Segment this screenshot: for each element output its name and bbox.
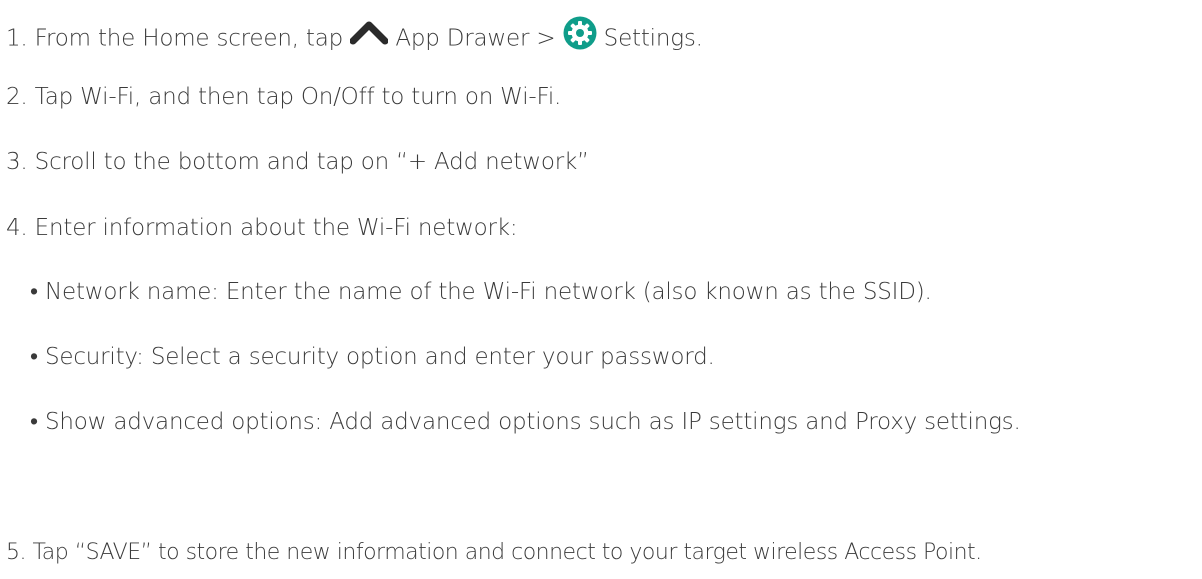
step-1: 1. From the Home screen, tap App Drawer …: [6, 16, 703, 60]
gear-icon: [563, 16, 597, 58]
step-number: 2.: [6, 84, 28, 110]
step-number: 5.: [6, 540, 27, 565]
step-number: 1.: [6, 25, 28, 52]
bullet-text: Network name: Enter the name of the Wi-F…: [44, 279, 932, 305]
app-drawer-label: App Drawer >: [395, 25, 556, 52]
bullet-text: Security: Select a security option and e…: [44, 344, 715, 370]
bullet-advanced-options: • Show advanced options: Add advanced op…: [30, 407, 1021, 437]
step-text: Tap Wi-Fi, and then tap On/Off to turn o…: [34, 84, 562, 110]
bullet-marker: •: [30, 279, 38, 305]
step-3: 3. Scroll to the bottom and tap on “+ Ad…: [6, 147, 589, 177]
bullet-network-name: • Network name: Enter the name of the Wi…: [30, 277, 932, 307]
step-text: Tap “SAVE” to store the new information …: [32, 540, 983, 565]
step-5: 5. Tap “SAVE” to store the new informati…: [6, 538, 982, 568]
settings-label: Settings.: [603, 25, 703, 52]
bullet-text: Show advanced options: Add advanced opti…: [44, 409, 1021, 435]
step-text: Scroll to the bottom and tap on “+ Add n…: [34, 149, 589, 175]
step-number: 3.: [6, 149, 28, 175]
bullet-security: • Security: Select a security option and…: [30, 342, 715, 372]
bullet-marker: •: [30, 409, 38, 435]
step-4: 4. Enter information about the Wi-Fi net…: [6, 213, 518, 243]
step-text: From the Home screen, tap: [34, 25, 344, 52]
chevron-up-icon: [349, 20, 389, 54]
bullet-marker: •: [30, 344, 38, 370]
step-2: 2. Tap Wi-Fi, and then tap On/Off to tur…: [6, 82, 561, 112]
step-number: 4.: [6, 215, 28, 241]
step-text: Enter information about the Wi-Fi networ…: [34, 215, 518, 241]
